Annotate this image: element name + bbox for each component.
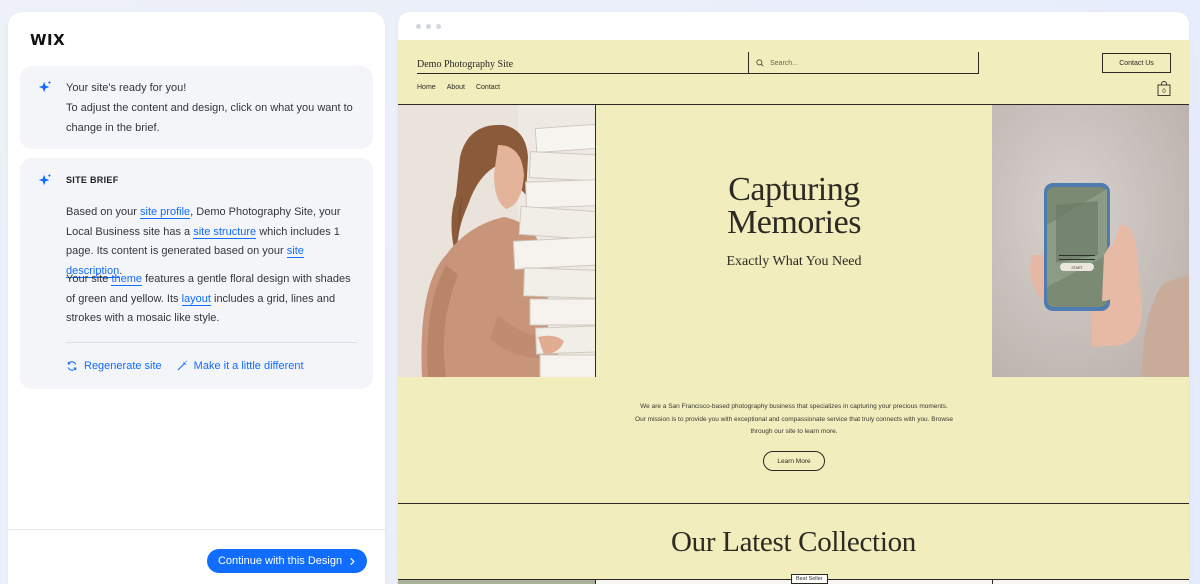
header-divider xyxy=(748,52,749,74)
hero-subtitle: Exactly What You Need xyxy=(726,254,862,269)
site-canvas: Demo Photography Site Search... Contact … xyxy=(398,40,1189,584)
chevron-right-icon xyxy=(350,557,355,565)
contact-us-button[interactable]: Contact Us xyxy=(1102,53,1171,73)
header-divider xyxy=(978,52,979,74)
site-brief-title: SITE BRIEF xyxy=(66,175,119,185)
hero-title-line-1: Capturing xyxy=(728,171,860,208)
make-it-different-button[interactable]: Make it a little different xyxy=(176,360,304,372)
about-description: We are a San Francisco-based photography… xyxy=(635,403,953,435)
browser-dot xyxy=(436,24,441,29)
hero-title-line-2: Memories xyxy=(727,204,861,241)
nav-contact[interactable]: Contact xyxy=(476,84,500,91)
regenerate-site-label: Regenerate site xyxy=(84,360,162,372)
nav-home[interactable]: Home xyxy=(417,84,436,91)
layout-link[interactable]: layout xyxy=(181,292,211,306)
best-seller-badge: Best Seller xyxy=(791,574,828,584)
search-input[interactable]: Search... xyxy=(756,59,798,67)
magic-wand-icon xyxy=(177,361,187,371)
wix-logo: WIX xyxy=(30,31,66,49)
welcome-line-1: Your site's ready for you! xyxy=(66,82,187,94)
phone-start-label: START xyxy=(1071,266,1083,270)
assistant-panel: WIX Your site's ready for you! To adjust… xyxy=(8,12,385,584)
brief-actions: Regenerate site Make it a little differe… xyxy=(66,360,304,372)
learn-more-button[interactable]: Learn More xyxy=(763,451,825,471)
browser-dot xyxy=(416,24,421,29)
browser-dot xyxy=(426,24,431,29)
continue-with-design-button[interactable]: Continue with this Design xyxy=(207,549,367,573)
site-structure-link[interactable]: site structure xyxy=(193,225,257,239)
refresh-icon xyxy=(67,361,77,371)
hero-image-boxes xyxy=(398,105,595,377)
shopping-bag-icon[interactable]: 0 xyxy=(1157,81,1171,96)
site-profile-link[interactable]: site profile xyxy=(140,206,191,219)
cart-count: 0 xyxy=(1162,89,1166,95)
welcome-line-2: To adjust the content and design, click … xyxy=(66,102,353,134)
brief-divider xyxy=(66,342,357,343)
collection-top-rule xyxy=(398,503,1189,504)
browser-window-dots xyxy=(416,24,441,29)
make-it-different-label: Make it a little different xyxy=(193,360,304,372)
woman-with-boxes-illustration xyxy=(398,105,595,377)
search-icon xyxy=(756,59,764,67)
sparkle-icon xyxy=(38,80,52,93)
welcome-text: Your site's ready for you! To adjust the… xyxy=(66,78,355,138)
welcome-message: Your site's ready for you! To adjust the… xyxy=(20,66,373,149)
site-nav: Home About Contact xyxy=(417,84,500,91)
brief-paragraph-theme: Your site theme features a gentle floral… xyxy=(66,270,355,329)
panel-footer-divider xyxy=(8,529,385,530)
sparkle-icon xyxy=(38,173,52,186)
continue-label: Continue with this Design xyxy=(217,555,343,567)
brief-text: Based on your xyxy=(66,206,140,218)
nav-about[interactable]: About xyxy=(447,84,465,91)
hero-title: Capturing Memories xyxy=(696,171,892,241)
site-title[interactable]: Demo Photography Site xyxy=(417,59,513,70)
regenerate-site-button[interactable]: Regenerate site xyxy=(66,360,162,372)
brief-text: Your site xyxy=(66,273,112,285)
site-brief-card: SITE BRIEF Based on your site profile, D… xyxy=(20,158,373,389)
collection-title: Our Latest Collection xyxy=(671,526,916,558)
header-rule xyxy=(417,73,748,74)
hero-image-phone: START xyxy=(992,105,1189,377)
theme-link[interactable]: theme xyxy=(111,273,143,286)
phone-in-hand-illustration: START xyxy=(992,105,1189,377)
search-placeholder: Search... xyxy=(770,59,799,67)
site-preview-window: Demo Photography Site Search... Contact … xyxy=(398,12,1189,584)
hero-divider xyxy=(595,105,596,377)
search-underline xyxy=(748,73,978,74)
